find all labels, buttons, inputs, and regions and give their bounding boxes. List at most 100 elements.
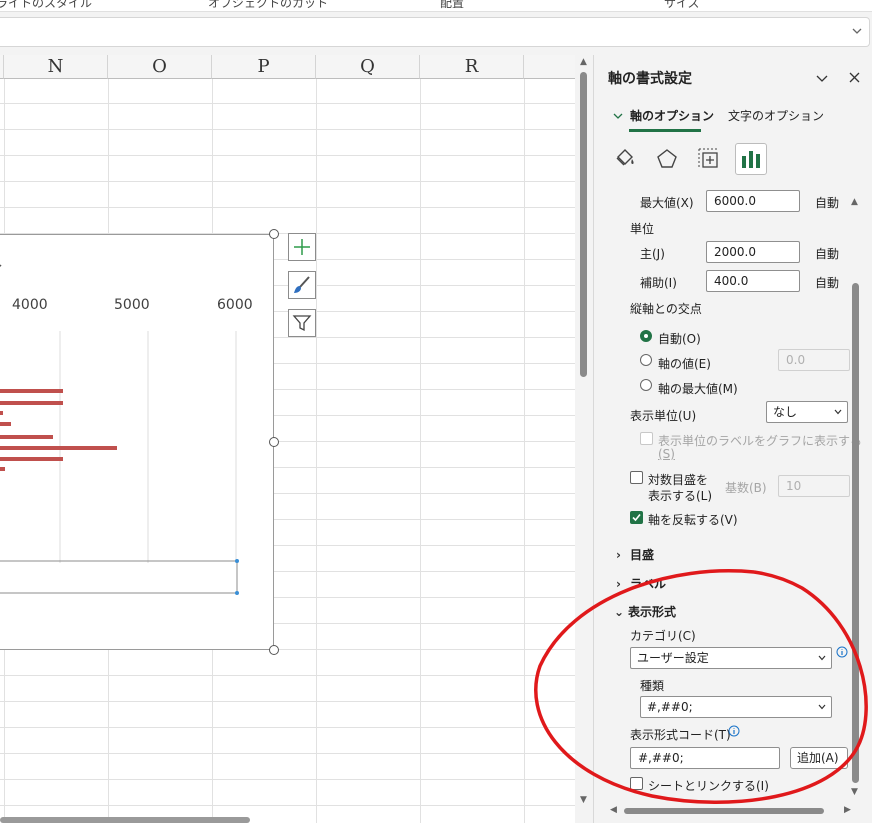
crosses-max-label[interactable]: 軸の最大値(M) <box>658 380 738 397</box>
bar[interactable] <box>0 422 11 426</box>
crosses-value-label[interactable]: 軸の値(E) <box>658 355 711 372</box>
reverse-axis-checkbox[interactable] <box>630 511 643 524</box>
size-properties-button[interactable] <box>693 143 725 175</box>
minor-unit-auto[interactable]: 自動 <box>815 274 839 291</box>
crosses-max-radio[interactable] <box>640 379 652 391</box>
crosses-value-radio[interactable] <box>640 354 652 366</box>
resize-handle[interactable] <box>269 645 279 655</box>
bar-series[interactable] <box>0 389 117 471</box>
link-to-source-label[interactable]: シートとリンクする(I) <box>648 777 769 794</box>
section-tick-marks[interactable]: › 目盛 <box>616 546 654 563</box>
column-header-r[interactable]: R <box>420 55 524 79</box>
max-bound-input[interactable]: 6000.0 <box>706 190 800 212</box>
ribbon-item[interactable]: ライトのスタイル <box>0 0 92 11</box>
brush-icon <box>294 276 310 293</box>
column-header-n[interactable]: N <box>4 55 108 79</box>
max-bound-label: 最大値(X) <box>640 196 694 210</box>
size-properties-icon <box>698 148 718 168</box>
major-unit-auto[interactable]: 自動 <box>815 245 839 262</box>
scroll-down-arrow[interactable]: ▼ <box>851 787 858 797</box>
format-code-input[interactable]: #,##0; <box>630 747 780 769</box>
scroll-up-arrow[interactable]: ▲ <box>851 197 858 207</box>
column-header-partial[interactable] <box>524 55 575 79</box>
crosses-heading: 縦軸との交点 <box>630 302 702 316</box>
chart-filters-button[interactable] <box>288 309 316 337</box>
chart-title-fragment <box>0 264 2 268</box>
bar[interactable] <box>0 389 63 393</box>
formula-bar[interactable] <box>0 17 870 47</box>
scroll-thumb[interactable] <box>0 817 250 823</box>
minor-unit-input[interactable]: 400.0 <box>706 270 800 292</box>
bar[interactable] <box>0 411 3 415</box>
chevron-right-icon: › <box>616 548 621 562</box>
pane-vertical-scrollbar[interactable]: ▲ ▼ <box>849 195 863 805</box>
scroll-thumb[interactable] <box>624 808 824 814</box>
column-header-o[interactable]: O <box>108 55 212 79</box>
column-header-p[interactable]: P <box>212 55 316 79</box>
legend-handle[interactable] <box>235 591 239 595</box>
chevron-down-icon[interactable] <box>816 72 828 84</box>
pane-horizontal-scrollbar[interactable]: ◀ ▶ <box>608 805 856 817</box>
bar[interactable] <box>0 457 63 461</box>
log-scale-checkbox[interactable] <box>630 471 643 484</box>
close-icon[interactable] <box>849 72 860 83</box>
plus-icon <box>294 239 310 255</box>
crosses-auto-radio[interactable] <box>640 330 652 342</box>
major-unit-input[interactable]: 2000.0 <box>706 241 800 263</box>
show-units-label-checkbox[interactable] <box>640 432 653 445</box>
chevron-down-icon <box>818 704 826 710</box>
units-heading: 単位 <box>630 222 655 236</box>
axis-options-button[interactable] <box>735 143 767 175</box>
chart-styles-button[interactable] <box>288 271 316 299</box>
scroll-down-arrow[interactable]: ▼ <box>580 795 587 805</box>
tab-text-options[interactable]: 文字のオプション <box>728 107 824 124</box>
ribbon-strip: ライトのスタイル オブジェクトのカット 配置 サイズ <box>0 0 872 12</box>
legend-handle[interactable] <box>235 559 239 563</box>
log-base-input[interactable]: 10 <box>778 475 850 497</box>
sheet-vertical-scrollbar[interactable]: ▲ ▼ <box>575 55 593 823</box>
ribbon-item[interactable]: サイズ <box>664 0 700 11</box>
max-bound-auto[interactable]: 自動 <box>815 194 839 211</box>
chevron-down-icon[interactable] <box>613 112 623 120</box>
scroll-right-arrow[interactable]: ▶ <box>844 805 851 815</box>
effects-button[interactable] <box>651 143 683 175</box>
fill-line-button[interactable] <box>609 143 641 175</box>
bar[interactable] <box>0 467 5 471</box>
ribbon-item[interactable]: 配置 <box>440 0 464 11</box>
show-units-label-key: (S) <box>658 447 675 461</box>
add-format-button[interactable]: 追加(A) <box>790 747 848 769</box>
info-icon[interactable] <box>836 646 848 658</box>
type-select[interactable]: #,##0; <box>640 696 832 718</box>
section-labels[interactable]: › ラベル <box>616 575 666 592</box>
scroll-thumb[interactable] <box>580 72 587 377</box>
category-select[interactable]: ユーザー設定 <box>630 647 832 669</box>
format-axis-pane: 軸の書式設定 軸のオプション 文字のオプション 最大値(X) 6000.0 自動… <box>593 55 872 823</box>
info-icon[interactable] <box>728 725 740 737</box>
bar[interactable] <box>0 446 117 450</box>
sheet-horizontal-scrollbar[interactable] <box>0 815 575 823</box>
bar[interactable] <box>0 401 63 405</box>
chart-elements-button[interactable] <box>288 233 316 261</box>
resize-handle[interactable] <box>269 229 279 239</box>
axis-tick-label: 5000 <box>114 297 150 313</box>
scroll-up-arrow[interactable]: ▲ <box>580 57 587 67</box>
pane-title: 軸の書式設定 <box>608 71 692 87</box>
crosses-auto-label[interactable]: 自動(O) <box>658 330 701 347</box>
scroll-thumb[interactable] <box>852 283 859 783</box>
chevron-down-icon[interactable] <box>851 25 863 37</box>
log-scale-label-line2[interactable]: 表示する(L) <box>648 487 712 504</box>
resize-handle[interactable] <box>269 437 279 447</box>
bar[interactable] <box>0 435 53 439</box>
tab-axis-options[interactable]: 軸のオプション <box>630 107 714 124</box>
display-units-select[interactable]: なし <box>766 401 848 423</box>
reverse-axis-label[interactable]: 軸を反転する(V) <box>648 511 738 528</box>
link-to-source-checkbox[interactable] <box>630 777 643 790</box>
scroll-left-arrow[interactable]: ◀ <box>610 805 617 815</box>
crosses-value-input[interactable]: 0.0 <box>778 349 850 371</box>
column-header-q[interactable]: Q <box>316 55 420 79</box>
log-scale-label-line1[interactable]: 対数目盛を <box>648 471 708 488</box>
section-number[interactable]: ⌄ 表示形式 <box>614 603 676 620</box>
legend-box[interactable] <box>0 560 238 594</box>
ribbon-item[interactable]: オブジェクトのカット <box>208 0 328 11</box>
chevron-down-icon <box>834 409 842 415</box>
